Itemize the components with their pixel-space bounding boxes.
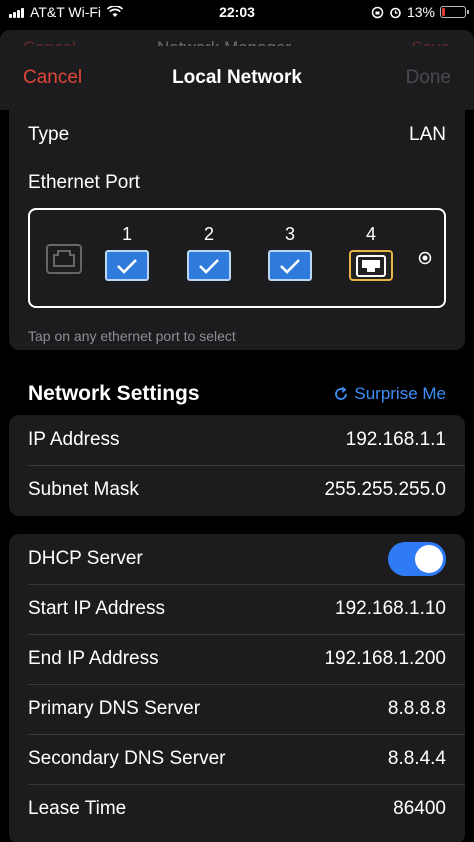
battery-percent: 13%	[406, 4, 435, 20]
local-network-modal: Cancel Local Network Done Type LAN Ether…	[0, 46, 474, 842]
port-1-button[interactable]	[105, 250, 149, 281]
ethernet-port-icon	[356, 254, 386, 277]
port-4-button[interactable]	[349, 250, 393, 281]
nav-bar: Cancel Local Network Done	[0, 46, 474, 110]
start-ip-value: 192.168.1.10	[335, 598, 446, 619]
end-ip-row[interactable]: End IP Address 192.168.1.200	[9, 634, 465, 684]
secondary-dns-value: 8.8.4.4	[387, 748, 446, 769]
port-4: 4	[347, 224, 395, 281]
status-right: 13%	[371, 4, 469, 20]
page-title: Local Network	[172, 67, 302, 88]
port-1: 1	[103, 224, 151, 281]
general-card: Type LAN Ethernet Port 1 2 3 4 Tap on an…	[9, 110, 465, 350]
port-hint: Tap on any ethernet port to select	[28, 328, 236, 344]
ip-address-row[interactable]: IP Address 192.168.1.1	[9, 415, 465, 465]
end-ip-value: 192.168.1.200	[324, 648, 446, 669]
ip-address-value: 192.168.1.1	[345, 429, 446, 450]
primary-dns-value: 8.8.8.8	[387, 698, 446, 719]
toggle-knob	[415, 545, 443, 573]
dhcp-server-toggle[interactable]	[388, 542, 446, 576]
ip-address-label: IP Address	[28, 429, 120, 450]
port-4-label: 4	[365, 224, 376, 244]
port-3-label: 3	[284, 224, 295, 244]
type-value: LAN	[409, 124, 446, 145]
secondary-dns-label: Secondary DNS Server	[28, 748, 226, 769]
lease-time-label: Lease Time	[28, 798, 127, 819]
status-led-icon	[418, 251, 432, 265]
status-bar: AT&T Wi-Fi 22:03 13%	[0, 0, 474, 26]
surprise-me-button[interactable]: Surprise Me	[333, 384, 446, 404]
refresh-icon	[335, 386, 348, 400]
orientation-lock-icon	[371, 6, 384, 18]
dhcp-server-label: DHCP Server	[28, 548, 143, 569]
subnet-mask-row[interactable]: Subnet Mask 255.255.255.0	[9, 465, 465, 515]
subnet-mask-label: Subnet Mask	[28, 479, 139, 500]
dhcp-server-row: DHCP Server	[9, 534, 465, 584]
start-ip-label: Start IP Address	[28, 598, 165, 619]
port-3-button[interactable]	[268, 250, 312, 281]
checkmark-icon	[280, 258, 300, 274]
type-label: Type	[28, 124, 70, 145]
router-port-icon	[46, 244, 82, 274]
checkmark-icon	[117, 258, 137, 274]
secondary-dns-row[interactable]: Secondary DNS Server 8.8.4.4	[9, 734, 465, 784]
lease-time-value: 86400	[393, 798, 446, 819]
network-settings-header: Network Settings	[28, 382, 200, 405]
dhcp-card: DHCP Server Start IP Address 192.168.1.1…	[9, 534, 465, 842]
port-2: 2	[185, 224, 233, 281]
end-ip-label: End IP Address	[28, 648, 159, 669]
primary-dns-label: Primary DNS Server	[28, 698, 201, 719]
lease-time-row[interactable]: Lease Time 86400	[9, 784, 465, 834]
alarm-icon	[390, 7, 401, 18]
ethernet-port-panel: 1 2 3 4	[28, 208, 446, 308]
port-3: 3	[266, 224, 314, 281]
type-row[interactable]: Type LAN	[9, 110, 465, 160]
battery-icon	[440, 6, 469, 18]
ip-settings-card: IP Address 192.168.1.1 Subnet Mask 255.2…	[9, 415, 465, 516]
port-2-label: 2	[203, 224, 214, 244]
port-1-label: 1	[121, 224, 132, 244]
checkmark-icon	[199, 258, 219, 274]
start-ip-row[interactable]: Start IP Address 192.168.1.10	[9, 584, 465, 634]
surprise-me-label: Surprise Me	[354, 384, 446, 403]
primary-dns-row[interactable]: Primary DNS Server 8.8.8.8	[9, 684, 465, 734]
subnet-mask-value: 255.255.255.0	[324, 479, 446, 500]
port-2-button[interactable]	[187, 250, 231, 281]
ethernet-port-label: Ethernet Port	[28, 172, 140, 193]
done-button[interactable]: Done	[406, 67, 451, 89]
